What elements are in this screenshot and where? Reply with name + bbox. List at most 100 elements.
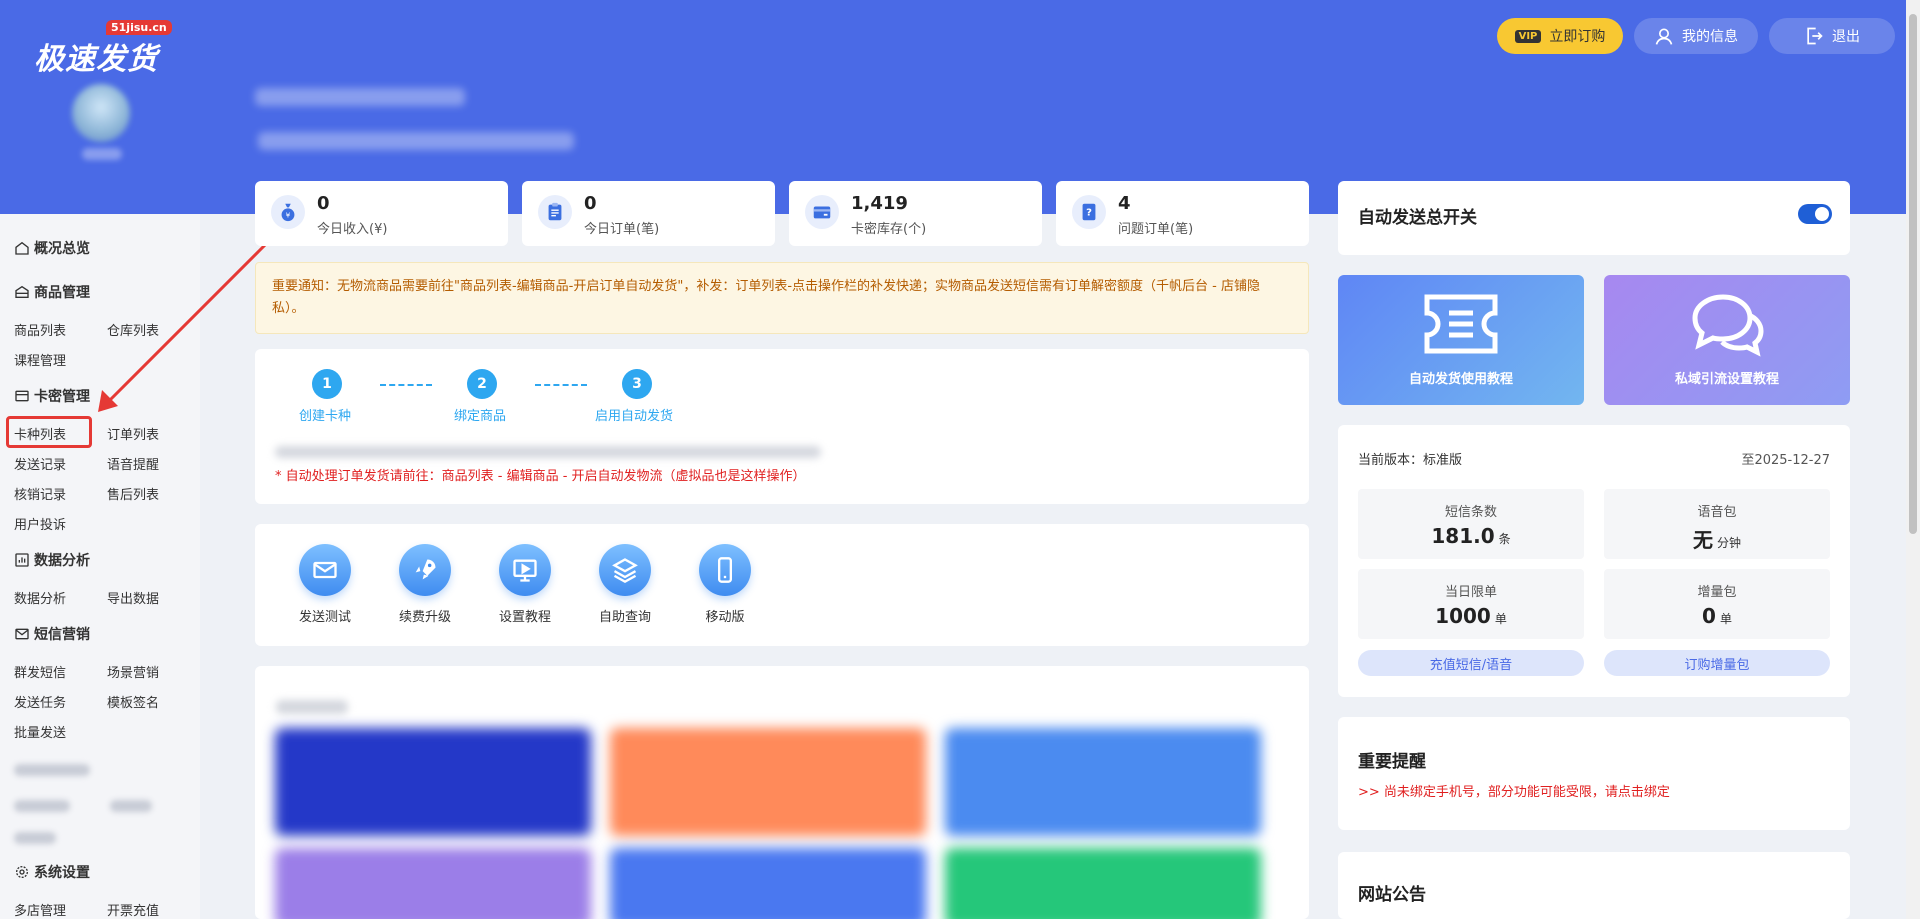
step-3-label[interactable]: 启用自动发货 — [595, 405, 673, 424]
highlight-box — [6, 416, 92, 448]
stat-label: 问题订单(笔) — [1118, 222, 1194, 237]
metric-title: 当日限单 — [1444, 585, 1497, 600]
stat-value: 0 — [584, 193, 597, 214]
promo-tile[interactable] — [275, 848, 591, 919]
logout-label: 退出 — [1832, 29, 1860, 45]
metric-sms-count: 短信条数 181.0 条 — [1358, 489, 1584, 559]
sidebar-item-send-records[interactable]: 发送记录 — [14, 454, 66, 473]
promo-tile[interactable] — [610, 728, 926, 836]
tool-label: 自助查询 — [598, 610, 651, 625]
sidebar-item-invoice[interactable]: 开票充值 — [107, 900, 159, 919]
tutorial-label: 自动发货使用教程 — [1408, 372, 1513, 387]
sidebar-item-complaints[interactable]: 用户投诉 — [14, 514, 66, 533]
stat-value: 1,419 — [851, 193, 908, 214]
layers-icon — [599, 544, 651, 596]
sidebar-item-order-list[interactable]: 订单列表 — [107, 424, 159, 443]
stat-card-orders: 0 今日订单(笔) — [522, 181, 775, 246]
tutorial-auto-ship[interactable]: 自动发货使用教程 — [1338, 275, 1584, 405]
chart-icon — [15, 553, 29, 567]
tool-send-test[interactable]: 发送测试 — [280, 544, 370, 625]
sidebar-item-course-mgmt[interactable]: 课程管理 — [14, 350, 66, 369]
sidebar-item-voice-reminder[interactable]: 语音提醒 — [107, 454, 159, 473]
notice-banner: 重要通知：无物流商品需要前往"商品列表-编辑商品-开启订单自动发货"，补发：订单… — [255, 262, 1309, 334]
sidebar-item-after-sales[interactable]: 售后列表 — [107, 484, 159, 503]
sidebar-section-sms: 短信营销 — [14, 624, 90, 644]
sidebar-section-analysis: 数据分析 — [14, 550, 90, 570]
blurred-text — [275, 446, 821, 458]
recharge-button[interactable]: 充值短信/语音 — [1358, 650, 1584, 676]
auto-send-label: 自动发送总开关 — [1358, 208, 1477, 228]
subscribe-button[interactable]: VIP 立即订购 — [1497, 18, 1623, 54]
svg-text:?: ? — [1086, 208, 1092, 219]
announcement-title: 网站公告 — [1358, 885, 1426, 905]
monitor-play-icon — [499, 544, 551, 596]
tool-self-query[interactable]: 自助查询 — [580, 544, 670, 625]
promo-tile[interactable] — [945, 848, 1261, 919]
sidebar-item-batch-send[interactable]: 批量发送 — [14, 722, 66, 741]
step-1-label[interactable]: 创建卡种 — [299, 405, 351, 424]
user-icon — [1655, 28, 1673, 45]
metric-increment-pack: 增量包 0单 — [1604, 569, 1830, 639]
step-3-circle: 3 — [622, 369, 652, 399]
tool-mobile-version[interactable]: 移动版 — [680, 544, 770, 625]
sidebar-overview[interactable]: 概况总览 — [14, 238, 90, 258]
svg-text:¥: ¥ — [286, 211, 291, 220]
scrollbar-thumb[interactable] — [1909, 14, 1917, 534]
auto-ship-note: * 自动处理订单发货请前往：商品列表 - 编辑商品 - 开启自动发物流（虚拟品也… — [275, 469, 806, 484]
metric-unit: 单 — [1719, 612, 1732, 626]
stat-card-problem-orders: ? 4 问题订单(笔) — [1056, 181, 1309, 246]
step-2-label[interactable]: 绑定商品 — [454, 405, 506, 424]
mobile-icon — [699, 544, 751, 596]
tool-setup-tutorial[interactable]: 设置教程 — [480, 544, 570, 625]
tool-label: 移动版 — [705, 610, 745, 625]
expiry-date: 至2025-12-27 — [1741, 453, 1830, 468]
sidebar-item-send-tasks[interactable]: 发送任务 — [14, 692, 66, 711]
clipboard-icon — [538, 195, 572, 229]
promo-tile[interactable] — [945, 728, 1261, 836]
logo[interactable]: 51jisu.cn 极速发货 — [34, 20, 174, 77]
metric-daily-limit: 当日限单 1000 单 — [1358, 569, 1584, 639]
auto-send-toggle[interactable] — [1798, 204, 1832, 224]
sidebar-item-export-data[interactable]: 导出数据 — [107, 588, 159, 607]
logo-text: 极速发货 — [34, 42, 158, 77]
promo-tile[interactable] — [610, 848, 926, 919]
sidebar-item-goods-list[interactable]: 商品列表 — [14, 320, 66, 339]
my-info-button[interactable]: 我的信息 — [1634, 18, 1758, 54]
logo-badge: 51jisu.cn — [106, 20, 172, 35]
tool-label: 设置教程 — [498, 610, 551, 625]
mail-icon — [299, 544, 351, 596]
sidebar-item-data-analysis[interactable]: 数据分析 — [14, 588, 66, 607]
sidebar-item-blurred — [110, 800, 152, 812]
bind-phone-link[interactable]: >> 尚未绑定手机号，部分功能可能受限，请点击绑定 — [1358, 781, 1670, 800]
sidebar-item-scene-marketing[interactable]: 场景营销 — [107, 662, 159, 681]
sidebar-item-mass-sms[interactable]: 群发短信 — [14, 662, 66, 681]
card-icon — [805, 195, 839, 229]
my-info-label: 我的信息 — [1682, 29, 1738, 45]
sidebar-item-warehouse-list[interactable]: 仓库列表 — [107, 320, 159, 339]
reminder-card: 重要提醒 >> 尚未绑定手机号，部分功能可能受限，请点击绑定 — [1338, 717, 1850, 830]
step-2-circle: 2 — [467, 369, 497, 399]
sidebar-item-redeem-records[interactable]: 核销记录 — [14, 484, 66, 503]
ticket-icon — [1424, 294, 1498, 354]
sidebar-item-template-sign[interactable]: 模板签名 — [107, 692, 159, 711]
tool-renew-upgrade[interactable]: 续费升级 — [380, 544, 470, 625]
stat-label: 今日收入(¥) — [317, 222, 388, 237]
metric-title: 短信条数 — [1444, 505, 1497, 520]
tutorial-label: 私域引流设置教程 — [1674, 372, 1779, 387]
page-scrollbar[interactable] — [1906, 0, 1920, 919]
sidebar-section-blurred — [14, 764, 90, 776]
stat-value: 4 — [1118, 193, 1131, 214]
tool-label: 发送测试 — [298, 610, 351, 625]
sidebar-item-blurred — [14, 800, 70, 812]
money-bag-icon: ¥ — [271, 195, 305, 229]
logout-button[interactable]: 退出 — [1769, 18, 1895, 54]
avatar[interactable] — [72, 84, 130, 142]
version-label: 当前版本：标准版 — [1358, 453, 1463, 468]
reminder-title: 重要提醒 — [1358, 752, 1426, 772]
promo-tile[interactable] — [275, 728, 591, 836]
tool-label: 续费升级 — [398, 610, 451, 625]
tutorial-private-traffic[interactable]: 私域引流设置教程 — [1604, 275, 1850, 405]
order-pack-button[interactable]: 订购增量包 — [1604, 650, 1830, 676]
metric-unit: 分钟 — [1716, 536, 1741, 550]
sidebar-item-multi-shop[interactable]: 多店管理 — [14, 900, 66, 919]
